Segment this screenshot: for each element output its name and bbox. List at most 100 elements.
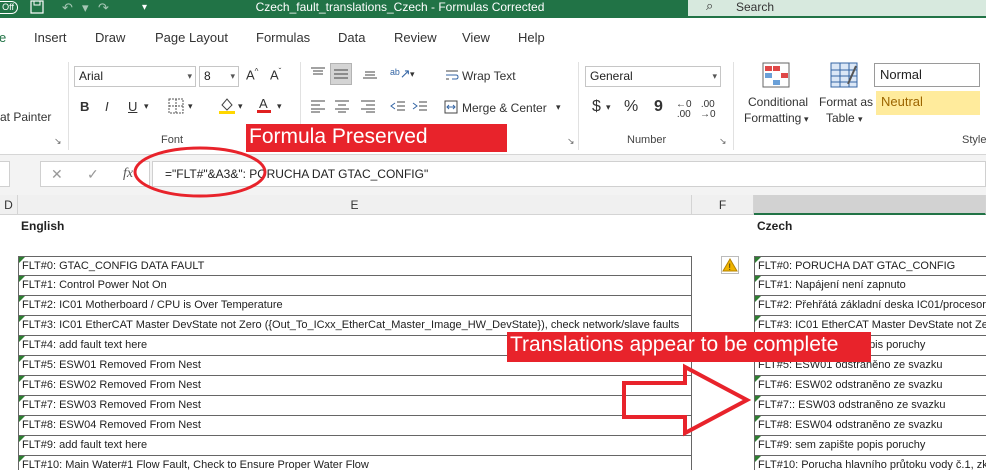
tab-home[interactable]: e: [0, 30, 6, 45]
format-as-table-label-1[interactable]: Format as: [819, 95, 873, 109]
cancel-icon[interactable]: ✕: [51, 166, 63, 183]
cell-english-text: FLT#5: ESW01 Removed From Nest: [22, 359, 201, 371]
styles-group-label: Style: [962, 134, 986, 146]
increase-decimal-icon[interactable]: ←0.00: [676, 100, 692, 120]
formula-input[interactable]: ="FLT#"&A3&": PORUCHA DAT GTAC_CONFIG": [152, 161, 986, 187]
font-name-select[interactable]: Arial ▾: [74, 66, 196, 87]
increase-font-icon[interactable]: A^: [246, 67, 258, 82]
cell-czech-text: FLT#3: IC01 EtherCAT Master DevState not…: [758, 319, 986, 331]
column-header-g[interactable]: [754, 195, 986, 215]
header-czech[interactable]: Czech: [754, 216, 986, 236]
cell-czech[interactable]: FLT#6: ESW02 odstraněno ze svazku: [754, 376, 986, 396]
alignment-launcher-icon[interactable]: ↘: [567, 136, 575, 147]
number-group-label: Number: [627, 134, 667, 146]
cell-czech[interactable]: FLT#2: Přehřátá základní deska IC01/proc…: [754, 296, 986, 316]
column-header-f[interactable]: F: [692, 195, 754, 215]
fill-color-icon[interactable]: [218, 96, 236, 117]
name-box[interactable]: [0, 161, 10, 187]
tab-draw[interactable]: Draw: [95, 30, 125, 45]
formula-buttons: ✕ ✓ fx: [40, 161, 150, 187]
chevron-down-icon: ▾: [230, 71, 235, 81]
borders-icon[interactable]: [168, 98, 184, 117]
underline-dropdown-icon[interactable]: ▾: [144, 101, 149, 112]
decrease-font-icon[interactable]: Aˇ: [270, 67, 281, 82]
search-box[interactable]: ⌕ Search: [688, 0, 986, 16]
orientation-dropdown-icon[interactable]: ▾: [410, 69, 415, 80]
tab-view[interactable]: View: [462, 30, 490, 45]
conditional-formatting-dropdown-icon[interactable]: ▾: [804, 114, 809, 125]
cell-czech[interactable]: FLT#8: ESW04 odstraněno ze svazku: [754, 416, 986, 436]
column-header-e[interactable]: E: [18, 195, 692, 215]
decrease-decimal-icon[interactable]: .00 →0: [700, 100, 716, 120]
align-middle-icon[interactable]: [330, 63, 352, 85]
style-normal[interactable]: Normal: [874, 63, 980, 87]
error-indicator-icon: [755, 416, 761, 422]
currency-dropdown-icon[interactable]: ▾: [606, 102, 611, 113]
header-english[interactable]: English: [18, 216, 692, 236]
underline-icon[interactable]: U: [128, 99, 137, 114]
cell-english[interactable]: FLT#8: ESW04 Removed From Nest: [18, 416, 692, 436]
cell-czech-text: FLT#0: PORUCHA DAT GTAC_CONFIG: [758, 260, 956, 272]
cell-czech[interactable]: FLT#0: PORUCHA DAT GTAC_CONFIG: [754, 256, 986, 276]
cell-english[interactable]: FLT#10: Main Water#1 Flow Fault, Check t…: [18, 456, 692, 470]
insert-function-icon[interactable]: fx: [123, 166, 133, 182]
number-format-select[interactable]: General ▾: [585, 66, 721, 87]
align-right-icon[interactable]: [360, 99, 376, 116]
decrease-indent-icon[interactable]: [390, 99, 406, 116]
cell-czech[interactable]: FLT#7:: ESW03 odstraněno ze svazku: [754, 396, 986, 416]
font-color-icon[interactable]: A: [256, 96, 272, 117]
wrap-text-button[interactable]: Wrap Text: [462, 69, 516, 83]
cell-english[interactable]: FLT#2: IC01 Motherboard / CPU is Over Te…: [18, 296, 692, 316]
error-indicator-icon: [755, 396, 761, 402]
number-launcher-icon[interactable]: ↘: [719, 136, 727, 147]
column-header-d[interactable]: D: [0, 195, 18, 215]
cell-czech[interactable]: FLT#9: sem zapište popis poruchy: [754, 436, 986, 456]
merge-dropdown-icon[interactable]: ▾: [556, 102, 561, 113]
tab-data[interactable]: Data: [338, 30, 365, 45]
cell-english[interactable]: FLT#1: Control Power Not On: [18, 276, 692, 296]
cell-english[interactable]: FLT#0: GTAC_CONFIG DATA FAULT: [18, 256, 692, 276]
clipboard-launcher-icon[interactable]: ↘: [54, 136, 62, 147]
tab-formulas[interactable]: Formulas: [256, 30, 310, 45]
enter-icon[interactable]: ✓: [87, 166, 99, 183]
align-left-icon[interactable]: [310, 99, 326, 116]
merge-center-button[interactable]: Merge & Center: [462, 101, 547, 115]
percent-icon[interactable]: %: [624, 98, 638, 116]
error-indicator-icon: [755, 276, 761, 282]
align-top-icon[interactable]: [310, 66, 326, 83]
cell-czech[interactable]: FLT#10: Porucha hlavního průtoku vody č.…: [754, 456, 986, 470]
align-center-icon[interactable]: [334, 99, 350, 116]
format-as-table-dropdown-icon[interactable]: ▾: [858, 114, 863, 125]
format-as-table-label-2[interactable]: Table: [826, 111, 855, 125]
comma-style-icon[interactable]: 9: [654, 98, 663, 116]
tab-page-layout[interactable]: Page Layout: [155, 30, 228, 45]
cell-czech-text: FLT#8: ESW04 odstraněno ze svazku: [758, 419, 943, 431]
cell-english-text: FLT#10: Main Water#1 Flow Fault, Check t…: [22, 459, 369, 470]
fill-color-dropdown-icon[interactable]: ▾: [238, 101, 243, 112]
borders-dropdown-icon[interactable]: ▾: [188, 101, 193, 112]
conditional-formatting-label-2[interactable]: Formatting: [744, 111, 801, 125]
tab-insert[interactable]: Insert: [34, 30, 67, 45]
error-indicator-icon: [755, 257, 761, 263]
align-bottom-icon[interactable]: [362, 66, 378, 83]
bold-icon[interactable]: B: [80, 99, 89, 114]
cell-english[interactable]: FLT#9: add fault text here: [18, 436, 692, 456]
cell-english[interactable]: FLT#6: ESW02 Removed From Nest: [18, 376, 692, 396]
currency-icon[interactable]: $: [592, 98, 601, 116]
cell-czech[interactable]: FLT#1: Napájení není zapnuto: [754, 276, 986, 296]
font-color-dropdown-icon[interactable]: ▾: [277, 101, 282, 112]
italic-icon[interactable]: I: [105, 99, 109, 114]
font-size-select[interactable]: 8 ▾: [199, 66, 239, 87]
orientation-icon[interactable]: ᵃᵇ↗: [390, 66, 411, 82]
cell-english[interactable]: FLT#7: ESW03 Removed From Nest: [18, 396, 692, 416]
cell-czech-text: FLT#1: Napájení není zapnuto: [758, 279, 906, 291]
increase-indent-icon[interactable]: [412, 99, 428, 116]
style-neutral[interactable]: Neutral: [876, 91, 980, 115]
merge-center-icon: [444, 100, 458, 117]
conditional-formatting-label-1[interactable]: Conditional: [748, 95, 808, 109]
format-painter-button[interactable]: at Painter: [0, 110, 51, 124]
tab-help[interactable]: Help: [518, 30, 545, 45]
tab-review[interactable]: Review: [394, 30, 437, 45]
error-warning-icon[interactable]: !: [721, 256, 739, 274]
error-indicator-icon: [19, 416, 25, 422]
